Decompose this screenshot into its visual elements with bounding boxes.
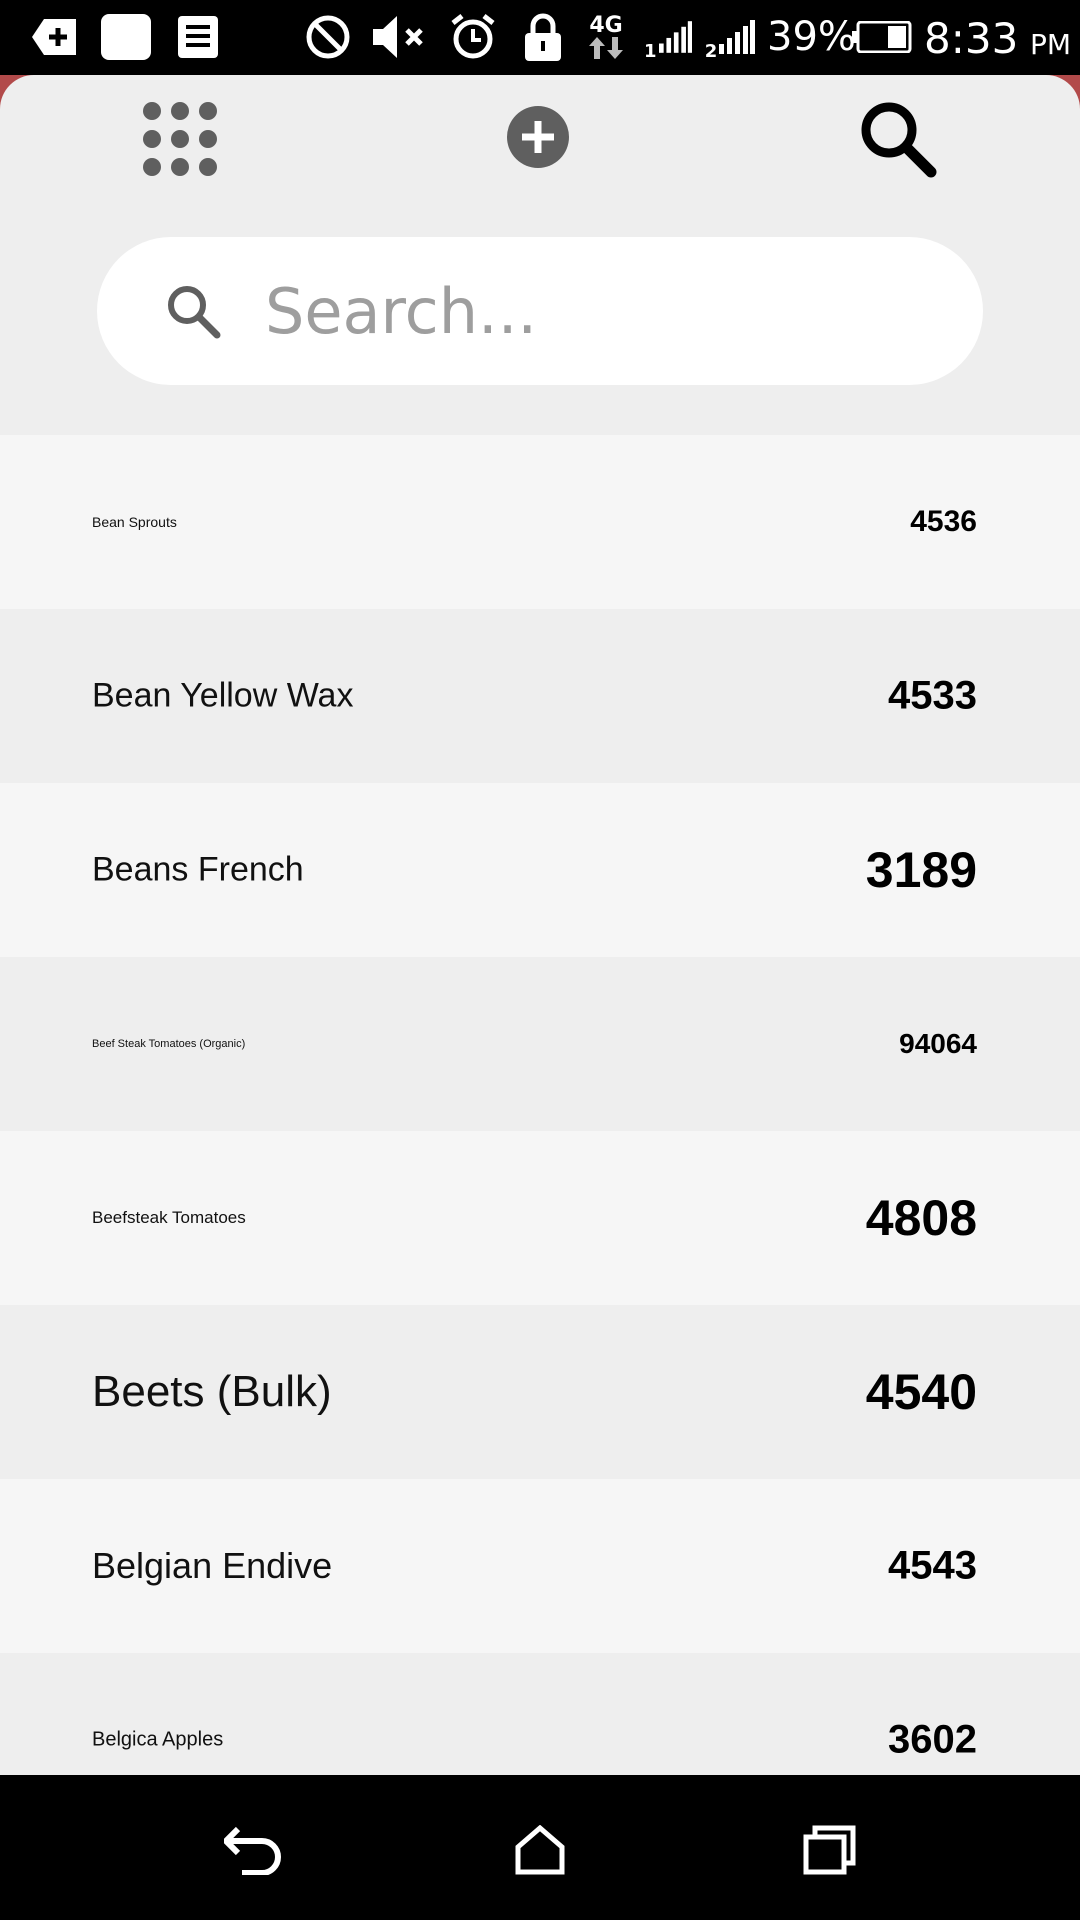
search-bar[interactable]: Search... <box>97 237 983 385</box>
grid-menu-icon[interactable] <box>140 99 220 179</box>
item-name: Bean Sprouts <box>92 514 177 530</box>
list-item[interactable]: Bean Sprouts 4536 <box>0 435 1080 609</box>
signal-sim1-icon: 1 <box>644 12 692 62</box>
item-name: Belgian Endive <box>92 1545 333 1586</box>
lock-icon <box>524 12 562 62</box>
mute-icon <box>372 12 428 62</box>
item-plu-code: 3602 <box>888 1717 977 1762</box>
item-name: Beef Steak Tomatoes (Organic) <box>92 1038 246 1050</box>
recents-icon[interactable] <box>790 1810 870 1890</box>
navigation-bar <box>0 1775 1080 1920</box>
list-item[interactable]: Beets (Bulk) 4540 <box>0 1305 1080 1479</box>
add-circle-icon[interactable] <box>506 105 570 169</box>
4g-data-icon: 4G <box>586 12 626 62</box>
item-name: Belgica Apples <box>92 1728 224 1751</box>
clock-ampm: PM <box>1030 28 1072 61</box>
status-bar: 4G 1 2 39% 8:33 PM <box>0 0 1080 75</box>
battery-icon <box>852 12 912 62</box>
alarm-icon <box>448 12 498 62</box>
item-plu-code: 4808 <box>865 1190 977 1246</box>
item-plu-code: 4536 <box>910 505 977 538</box>
back-icon[interactable] <box>214 1810 294 1890</box>
search-input[interactable]: Search... <box>265 275 537 348</box>
list-item[interactable]: Beef Steak Tomatoes (Organic) 94064 <box>0 957 1080 1131</box>
add-box-icon <box>30 12 78 62</box>
do-not-disturb-icon <box>304 12 352 62</box>
search-icon[interactable] <box>858 99 938 179</box>
list-item[interactable]: Belgica Apples 3602 <box>0 1653 1080 1775</box>
item-name: Beefsteak Tomatoes <box>92 1208 246 1227</box>
signal-sim2-icon: 2 <box>704 12 756 62</box>
item-name: Beets (Bulk) <box>92 1367 332 1416</box>
item-name: Beans French <box>92 850 304 889</box>
list-item[interactable]: Bean Yellow Wax 4533 <box>0 609 1080 783</box>
list-item[interactable]: Beans French 3189 <box>0 783 1080 957</box>
item-name: Bean Yellow Wax <box>92 676 354 715</box>
item-plu-code: 4533 <box>888 673 977 718</box>
produce-list: Bean Sprouts 4536 Bean Yellow Wax 4533 Beans… <box>0 435 1080 1775</box>
battery-percent: 39% <box>767 14 856 60</box>
image-icon <box>100 12 152 62</box>
notes-icon <box>176 12 220 62</box>
item-plu-code: 4543 <box>888 1543 977 1588</box>
clock-time: 8:33 <box>924 14 1019 63</box>
list-item[interactable]: Beefsteak Tomatoes 4808 <box>0 1131 1080 1305</box>
home-icon[interactable] <box>500 1810 580 1890</box>
app-surface: Search... Bean Sprouts 4536 Bean Yellow Wa… <box>0 75 1080 1775</box>
item-plu-code: 4540 <box>865 1364 977 1420</box>
item-plu-code: 3189 <box>865 842 977 898</box>
search-field-icon <box>165 283 221 343</box>
toolbar <box>0 75 1080 235</box>
list-item[interactable]: Belgian Endive 4543 <box>0 1479 1080 1653</box>
item-plu-code: 94064 <box>899 1028 977 1059</box>
